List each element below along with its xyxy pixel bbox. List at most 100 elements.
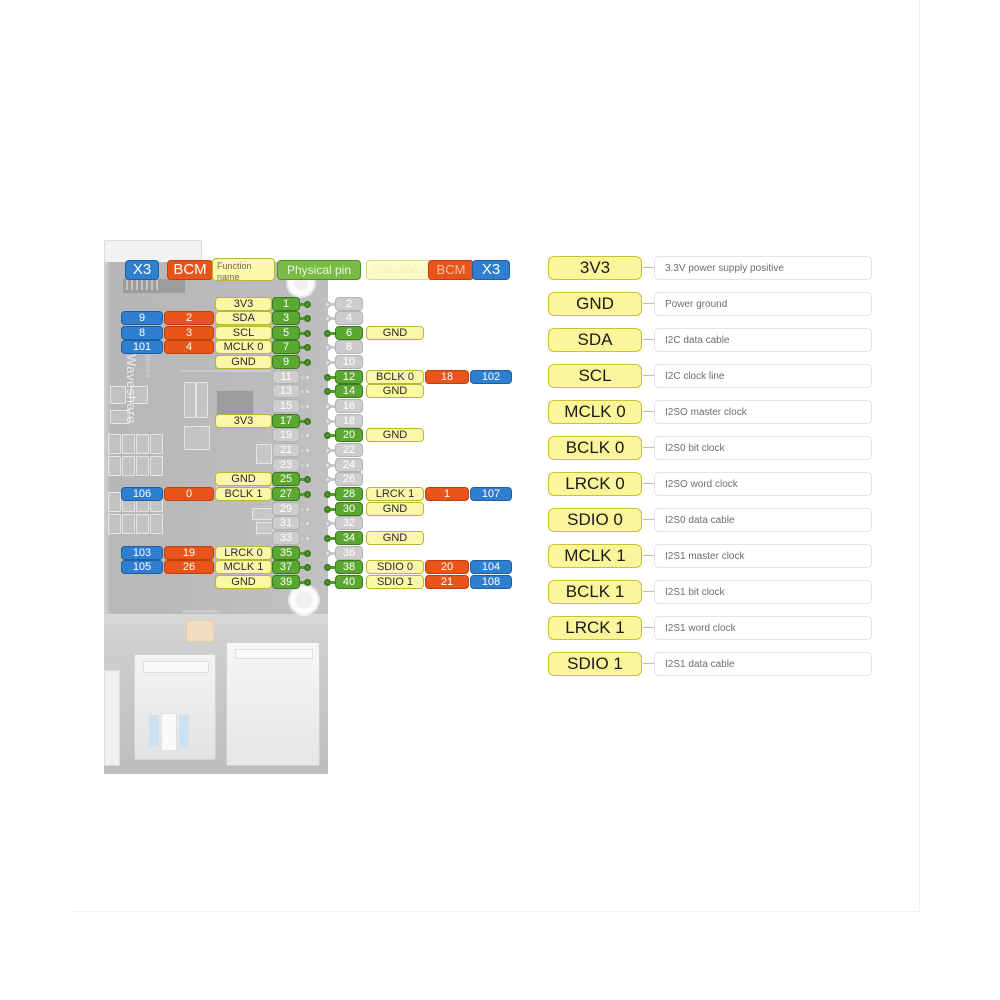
row-7-function-right[interactable]: GND [366, 384, 424, 398]
row-20-function-right[interactable]: SDIO 1 [366, 575, 424, 589]
legend-signal-name[interactable]: MCLK 0 [548, 400, 642, 424]
physical-pin-18[interactable]: 18 [335, 414, 363, 428]
physical-pin-6[interactable]: 6 [335, 326, 363, 340]
physical-pin-5[interactable]: 5 [272, 326, 300, 340]
physical-pin-4[interactable]: 4 [335, 311, 363, 325]
physical-pin-16[interactable]: 16 [335, 399, 363, 413]
legend-signal-name[interactable]: SDIO 1 [548, 652, 642, 676]
row-15-function-right[interactable]: GND [366, 502, 424, 516]
physical-pin-27[interactable]: 27 [272, 487, 300, 501]
row-5-function-left[interactable]: GND [215, 355, 272, 369]
row-1-function-left[interactable]: 3V3 [215, 297, 272, 311]
physical-pin-10[interactable]: 10 [335, 355, 363, 369]
physical-pin-19[interactable]: 19 [272, 428, 300, 442]
row-6-function-right[interactable]: BCLK 0 [366, 370, 424, 384]
row-14-function-right[interactable]: LRCK 1 [366, 487, 424, 501]
legend-signal-name[interactable]: SDIO 0 [548, 508, 642, 532]
row-13-function-left[interactable]: GND [215, 472, 272, 486]
row-14-bcm-left[interactable]: 0 [164, 487, 214, 501]
physical-pin-32[interactable]: 32 [335, 516, 363, 530]
physical-pin-2[interactable]: 2 [335, 297, 363, 311]
usb-port [134, 654, 216, 760]
physical-pin-39[interactable]: 39 [272, 575, 300, 589]
row-18-x3-left[interactable]: 103 [121, 546, 163, 560]
physical-pin-31[interactable]: 31 [272, 516, 300, 530]
physical-pin-1[interactable]: 1 [272, 297, 300, 311]
row-18-function-left[interactable]: LRCK 0 [215, 546, 272, 560]
physical-pin-20[interactable]: 20 [335, 428, 363, 442]
legend-signal-name[interactable]: 3V3 [548, 256, 642, 280]
legend-signal-name[interactable]: LRCK 1 [548, 616, 642, 640]
pin-connector-dot [304, 490, 311, 498]
legend-signal-name[interactable]: SCL [548, 364, 642, 388]
physical-pin-17[interactable]: 17 [272, 414, 300, 428]
row-20-bcm-right[interactable]: 21 [425, 575, 469, 589]
row-2-function-left[interactable]: SDA [215, 311, 272, 325]
physical-pin-23[interactable]: 23 [272, 458, 300, 472]
physical-pin-37[interactable]: 37 [272, 560, 300, 574]
silk-pad [150, 456, 163, 476]
row-20-function-left[interactable]: GND [215, 575, 272, 589]
row-2-x3-left[interactable]: 9 [121, 311, 163, 325]
page-root: Waveshare Service X3 BCM Function name P… [0, 0, 1000, 1000]
silk-trace [182, 610, 220, 613]
row-3-bcm-left[interactable]: 3 [164, 326, 214, 340]
physical-pin-35[interactable]: 35 [272, 546, 300, 560]
row-20-x3-right[interactable]: 108 [470, 575, 512, 589]
row-17-function-right[interactable]: GND [366, 531, 424, 545]
pin-connector-dot [304, 519, 311, 527]
row-9-function-left[interactable]: 3V3 [215, 414, 272, 428]
row-19-x3-right[interactable]: 104 [470, 560, 512, 574]
physical-pin-9[interactable]: 9 [272, 355, 300, 369]
row-10-function-right[interactable]: GND [366, 428, 424, 442]
pin-connector-dot [304, 563, 311, 571]
physical-pin-13[interactable]: 13 [272, 384, 300, 398]
physical-pin-24[interactable]: 24 [335, 458, 363, 472]
row-4-x3-left[interactable]: 101 [121, 340, 163, 354]
physical-pin-8[interactable]: 8 [335, 340, 363, 354]
physical-pin-33[interactable]: 33 [272, 531, 300, 545]
row-18-bcm-left[interactable]: 19 [164, 546, 214, 560]
physical-pin-29[interactable]: 29 [272, 502, 300, 516]
physical-pin-30[interactable]: 30 [335, 502, 363, 516]
legend-signal-name[interactable]: SDA [548, 328, 642, 352]
legend-signal-name[interactable]: BCLK 1 [548, 580, 642, 604]
physical-pin-36[interactable]: 36 [335, 546, 363, 560]
row-3-x3-left[interactable]: 8 [121, 326, 163, 340]
legend-signal-name[interactable]: BCLK 0 [548, 436, 642, 460]
physical-pin-25[interactable]: 25 [272, 472, 300, 486]
physical-pin-15[interactable]: 15 [272, 399, 300, 413]
row-6-bcm-right[interactable]: 18 [425, 370, 469, 384]
row-6-x3-right[interactable]: 102 [470, 370, 512, 384]
row-19-x3-left[interactable]: 105 [121, 560, 163, 574]
row-14-x3-left[interactable]: 106 [121, 487, 163, 501]
row-4-bcm-left[interactable]: 4 [164, 340, 214, 354]
physical-pin-26[interactable]: 26 [335, 472, 363, 486]
physical-pin-14[interactable]: 14 [335, 384, 363, 398]
row-19-bcm-right[interactable]: 20 [425, 560, 469, 574]
physical-pin-21[interactable]: 21 [272, 443, 300, 457]
row-4-function-left[interactable]: MCLK 0 [215, 340, 272, 354]
row-3-function-right[interactable]: GND [366, 326, 424, 340]
row-19-bcm-left[interactable]: 26 [164, 560, 214, 574]
row-14-bcm-right[interactable]: 1 [425, 487, 469, 501]
row-19-function-right[interactable]: SDIO 0 [366, 560, 424, 574]
physical-pin-12[interactable]: 12 [335, 370, 363, 384]
physical-pin-22[interactable]: 22 [335, 443, 363, 457]
physical-pin-38[interactable]: 38 [335, 560, 363, 574]
row-14-x3-right[interactable]: 107 [470, 487, 512, 501]
physical-pin-28[interactable]: 28 [335, 487, 363, 501]
physical-pin-7[interactable]: 7 [272, 340, 300, 354]
legend-signal-name[interactable]: MCLK 1 [548, 544, 642, 568]
row-14-function-left[interactable]: BCLK 1 [215, 487, 272, 501]
physical-pin-3[interactable]: 3 [272, 311, 300, 325]
physical-pin-40[interactable]: 40 [335, 575, 363, 589]
legend-signal-name[interactable]: LRCK 0 [548, 472, 642, 496]
legend-signal-description: Power ground [654, 292, 872, 316]
physical-pin-34[interactable]: 34 [335, 531, 363, 545]
physical-pin-11[interactable]: 11 [272, 370, 300, 384]
row-3-function-left[interactable]: SCL [215, 326, 272, 340]
row-2-bcm-left[interactable]: 2 [164, 311, 214, 325]
legend-signal-name[interactable]: GND [548, 292, 642, 316]
row-19-function-left[interactable]: MCLK 1 [215, 560, 272, 574]
